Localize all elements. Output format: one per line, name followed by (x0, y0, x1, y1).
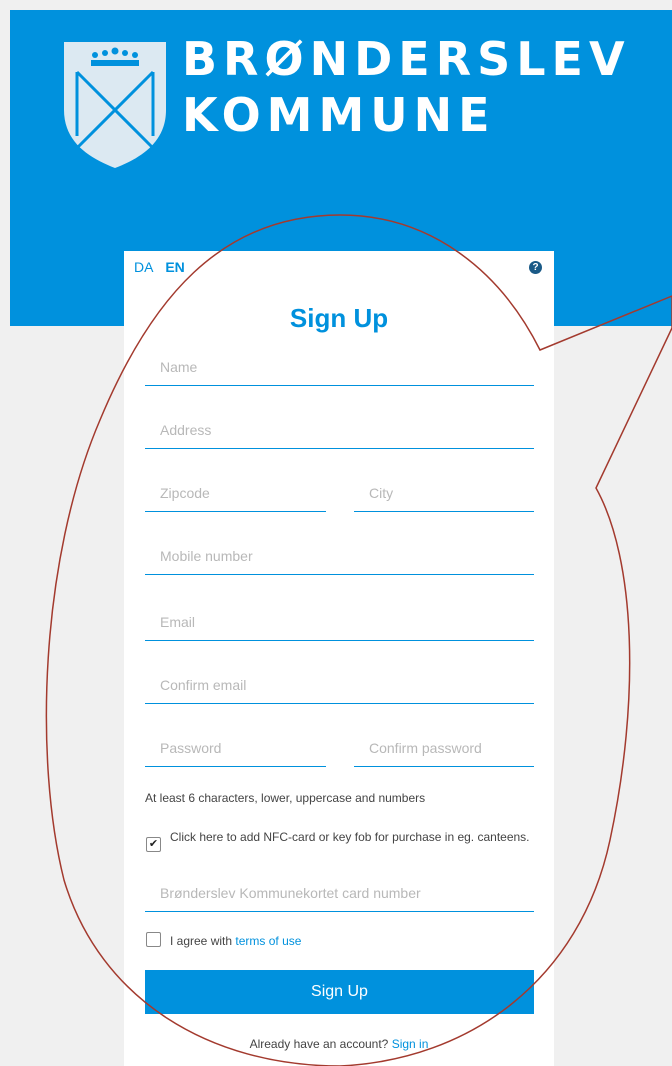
brand-line-1: BRØNDERSLEV (182, 32, 631, 86)
nfc-label: Click here to add NFC-card or key fob fo… (170, 830, 530, 844)
email-field (145, 606, 534, 641)
crest-logo (64, 42, 166, 168)
confirm-email-field (145, 669, 534, 704)
signin-prefix: Already have an account? (249, 1037, 389, 1051)
password-field (145, 732, 326, 767)
zipcode-input[interactable] (145, 477, 326, 509)
city-field (354, 477, 534, 512)
confirm-email-input[interactable] (145, 669, 534, 701)
mobile-input[interactable] (145, 540, 534, 572)
mobile-field (145, 540, 534, 575)
brand-line-2: KOMMUNE (182, 88, 496, 142)
terms-prefix: I agree with (170, 934, 233, 948)
lang-en-link[interactable]: EN (165, 259, 184, 275)
password-hint: At least 6 characters, lower, uppercase … (145, 791, 426, 805)
confirm-password-input[interactable] (354, 732, 534, 764)
lang-da-link[interactable]: DA (134, 259, 153, 275)
nfc-checkbox[interactable]: ✔ (146, 837, 161, 852)
card-number-field (145, 877, 534, 912)
confirm-password-field (354, 732, 534, 767)
language-switch: DA EN (134, 259, 193, 275)
address-field (145, 414, 534, 449)
terms-label: I agree with terms of use (170, 934, 301, 948)
signup-card: DA EN ? Sign Up At least 6 characters, l… (124, 251, 554, 1066)
top-strip (0, 0, 672, 10)
card-number-input[interactable] (145, 877, 534, 909)
password-input[interactable] (145, 732, 326, 764)
page-title: Sign Up (289, 303, 389, 333)
terms-link[interactable]: terms of use (235, 934, 301, 948)
help-icon[interactable]: ? (529, 261, 542, 274)
city-input[interactable] (354, 477, 534, 509)
brand-name: BRØNDERSLEV KOMMUNE (182, 36, 631, 138)
email-input[interactable] (145, 606, 534, 638)
address-input[interactable] (145, 414, 534, 446)
zipcode-field (145, 477, 326, 512)
name-field (145, 351, 534, 386)
signin-prompt: Already have an account? Sign in (124, 1037, 554, 1051)
name-input[interactable] (145, 351, 534, 383)
terms-checkbox[interactable] (146, 932, 161, 947)
signin-link[interactable]: Sign in (392, 1037, 429, 1051)
signup-button[interactable]: Sign Up (145, 970, 534, 1014)
